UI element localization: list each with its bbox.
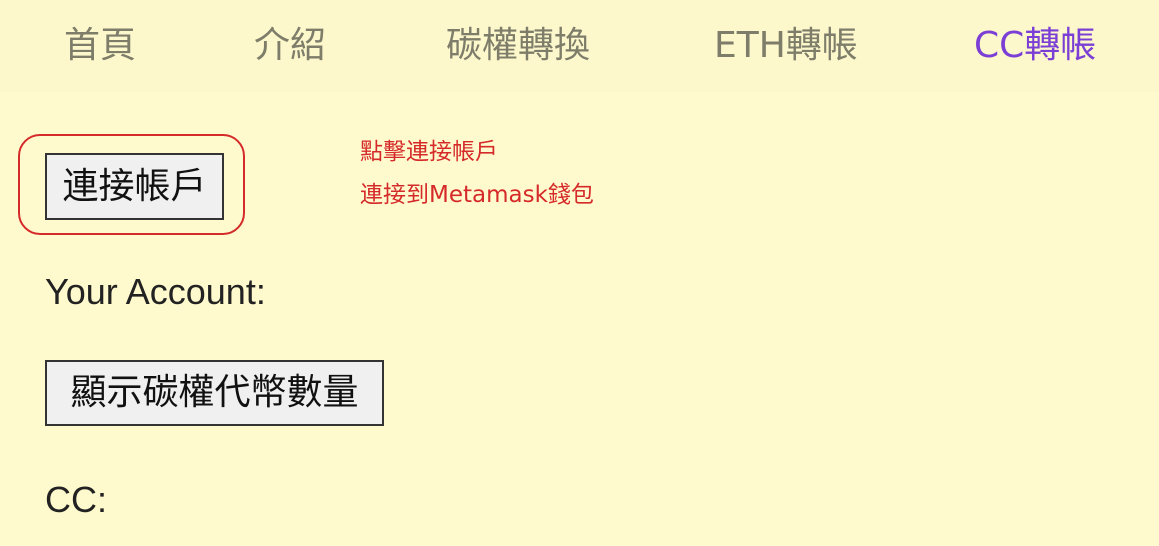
nav-intro[interactable]: 介紹 [254, 22, 326, 70]
show-carbon-tokens-button[interactable]: 顯示碳權代幣數量 [45, 360, 384, 426]
nav-carbon-conversion[interactable]: 碳權轉換 [446, 22, 590, 70]
cc-balance-label: CC: [45, 479, 107, 520]
nav-cc-transfer[interactable]: CC轉帳 [974, 22, 1096, 70]
nav-home[interactable]: 首頁 [64, 22, 136, 70]
connect-account-button[interactable]: 連接帳戶 [45, 153, 224, 220]
nav-eth-transfer[interactable]: ETH轉帳 [714, 22, 858, 70]
top-nav: 首頁 介紹 碳權轉換 ETH轉帳 CC轉帳 [0, 0, 1159, 92]
account-label: Your Account: [45, 271, 266, 312]
annotation-line-2: 連接到Metamask錢包 [360, 182, 594, 208]
annotation-line-1: 點擊連接帳戶 [360, 139, 498, 165]
